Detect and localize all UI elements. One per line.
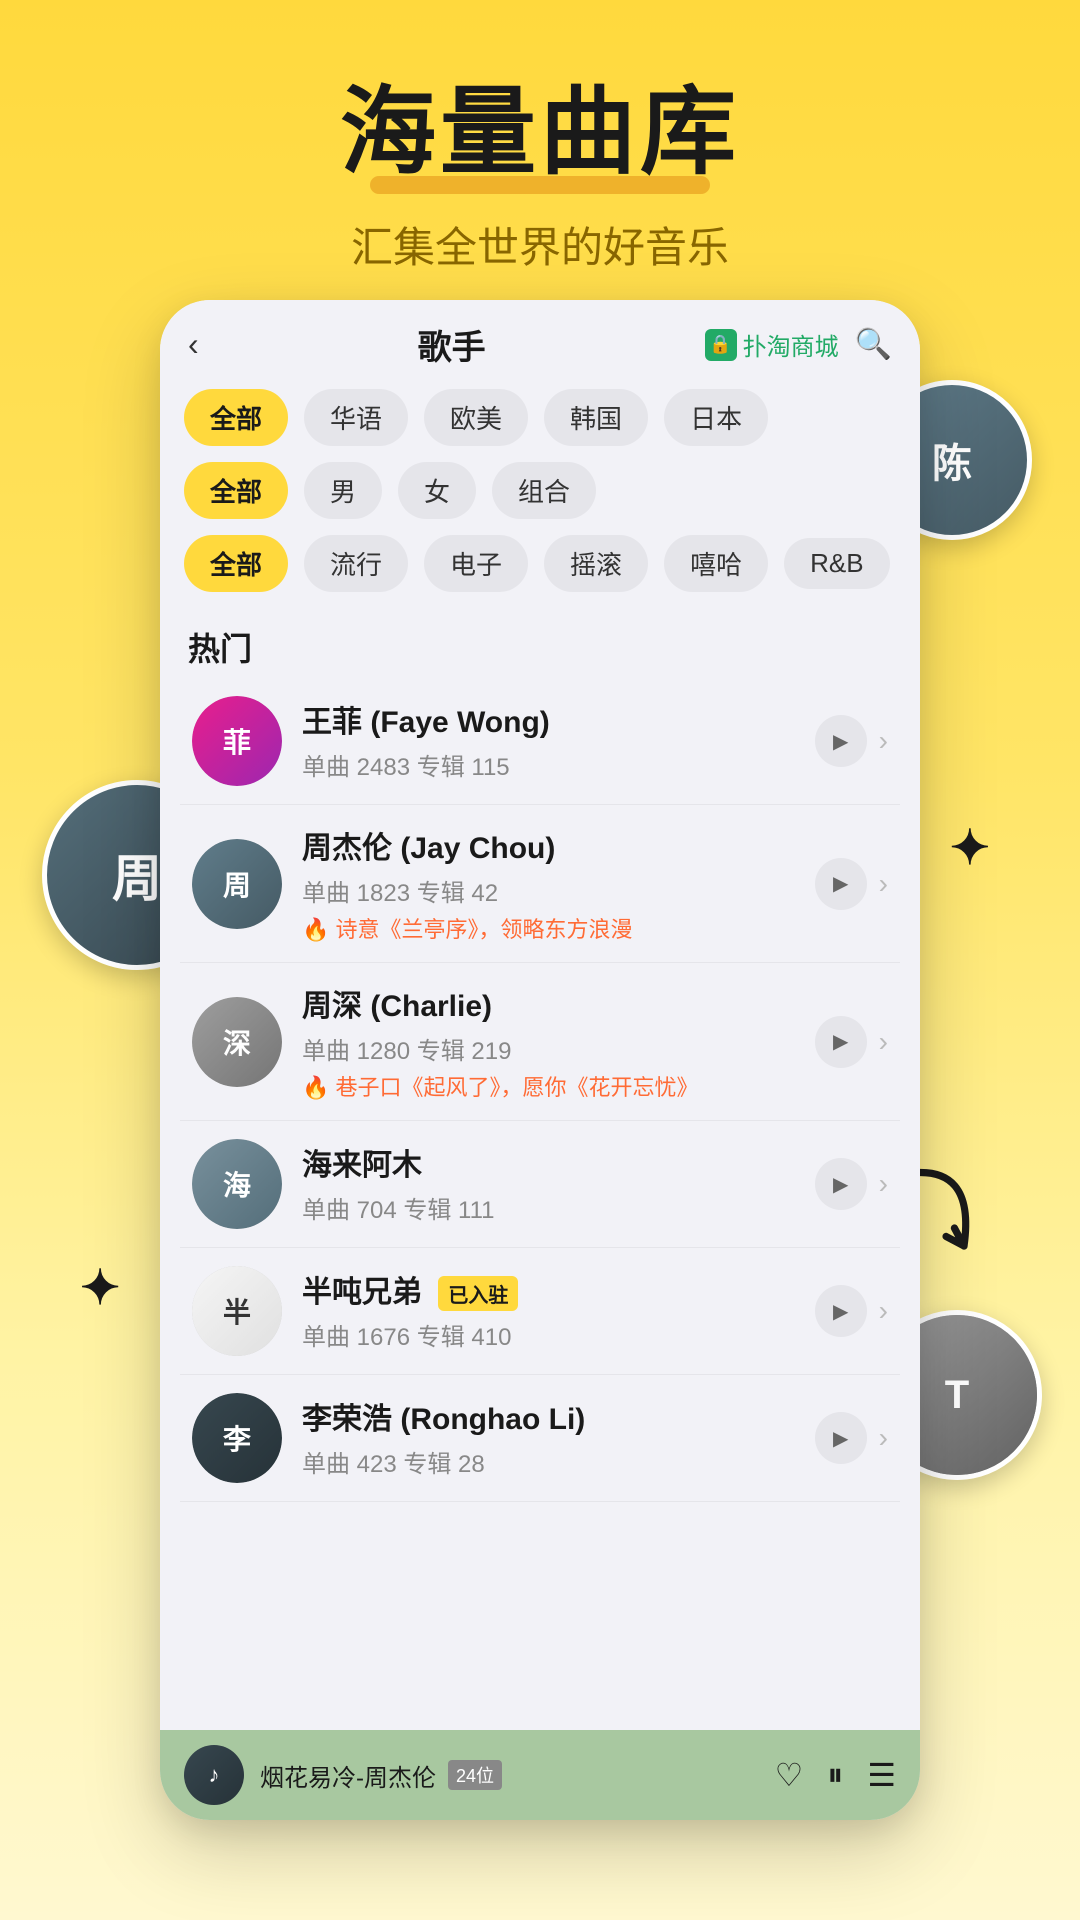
filter-chip-genre-all[interactable]: 全部 — [184, 535, 288, 592]
shop-label: 扑淘商城 — [743, 327, 839, 362]
artist-info-faye: 王菲 (Faye Wong) 单曲 2483 专辑 115 — [302, 697, 795, 786]
filter-row-genre: 全部 流行 电子 摇滚 嘻哈 R&B — [184, 535, 896, 592]
artist-name-hailai: 海来阿木 — [302, 1140, 795, 1184]
artist-list: 菲 王菲 (Faye Wong) 单曲 2483 专辑 115 ▶ › 周 周杰… — [160, 678, 920, 1502]
chevron-right-jay: › — [879, 868, 888, 900]
artist-controls-jay: ▶ › — [815, 858, 888, 910]
filter-chip-genre-pop[interactable]: 流行 — [304, 535, 408, 592]
artist-info-jay: 周杰伦 (Jay Chou) 单曲 1823 专辑 42 🔥 诗意《兰亭序》，领… — [302, 823, 795, 944]
filter-section: 全部 华语 欧美 韩国 日本 全部 男 女 组合 全部 流行 电子 摇滚 嘻哈 … — [160, 389, 920, 592]
artist-item-faye[interactable]: 菲 王菲 (Faye Wong) 单曲 2483 专辑 115 ▶ › — [180, 678, 900, 805]
filter-chip-region-4[interactable]: 日本 — [664, 389, 768, 446]
artist-info-li: 李荣浩 (Ronghao Li) 单曲 423 专辑 28 — [302, 1394, 795, 1483]
phone-mockup: ‹ 歌手 🔒 扑淘商城 🔍 全部 华语 欧美 韩国 日本 全部 — [160, 300, 920, 1820]
artist-name-faye: 王菲 (Faye Wong) — [302, 697, 795, 741]
artist-item-li[interactable]: 李 李荣浩 (Ronghao Li) 单曲 423 专辑 28 ▶ › — [180, 1375, 900, 1502]
playlist-button[interactable]: ☰ — [867, 1756, 896, 1794]
pause-button[interactable]: ⏸ — [827, 1756, 843, 1794]
phone-scroll-area[interactable]: ‹ 歌手 🔒 扑淘商城 🔍 全部 华语 欧美 韩国 日本 全部 — [160, 300, 920, 1730]
filter-row-gender: 全部 男 女 组合 — [184, 462, 896, 519]
search-icon[interactable]: 🔍 — [855, 327, 892, 362]
artist-stats-bantun: 单曲 1676 专辑 410 — [302, 1317, 795, 1352]
chevron-right-faye: › — [879, 725, 888, 757]
artist-controls-faye: ▶ › — [815, 715, 888, 767]
artist-name-li: 李荣浩 (Ronghao Li) — [302, 1394, 795, 1438]
artist-stats-li: 单曲 423 专辑 28 — [302, 1444, 795, 1479]
artist-avatar-bantun: 半 — [192, 1266, 282, 1356]
page-subtitle: 汇集全世界的好音乐 — [0, 214, 1080, 275]
artist-name-jay: 周杰伦 (Jay Chou) — [302, 823, 795, 867]
star-decoration-1: ✦ — [950, 820, 990, 876]
play-button-hailai[interactable]: ▶ — [815, 1158, 867, 1210]
filter-chip-region-1[interactable]: 华语 — [304, 389, 408, 446]
page-title: 海量曲库 — [340, 80, 740, 186]
artist-stats-charlie: 单曲 1280 专辑 219 — [302, 1031, 795, 1066]
filter-row-region: 全部 华语 欧美 韩国 日本 — [184, 389, 896, 446]
artist-avatar-faye: 菲 — [192, 696, 282, 786]
artist-name-bantun: 半吨兄弟 已入驻 — [302, 1267, 795, 1311]
play-button-bantun[interactable]: ▶ — [815, 1285, 867, 1337]
now-playing-title: 烟花易冷-周杰伦 — [260, 1758, 436, 1793]
quality-badge: 24位 — [448, 1760, 502, 1790]
artist-stats-faye: 单曲 2483 专辑 115 — [302, 747, 795, 782]
filter-chip-gender-all[interactable]: 全部 — [184, 462, 288, 519]
hot-section-label: 热门 — [160, 608, 920, 678]
artist-avatar-jay: 周 — [192, 839, 282, 929]
filter-chip-genre-hiphop[interactable]: 嘻哈 — [664, 535, 768, 592]
nav-title: 歌手 — [418, 320, 486, 369]
title-underline — [370, 176, 710, 194]
shop-badge[interactable]: 🔒 扑淘商城 — [705, 327, 839, 362]
star-decoration-2: ✦ — [80, 1260, 120, 1316]
artist-avatar-hailai: 海 — [192, 1139, 282, 1229]
header-section: 海量曲库 汇集全世界的好音乐 — [0, 0, 1080, 315]
artist-controls-li: ▶ › — [815, 1412, 888, 1464]
artist-controls-charlie: ▶ › — [815, 1016, 888, 1068]
artist-avatar-li: 李 — [192, 1393, 282, 1483]
artist-item-jay[interactable]: 周 周杰伦 (Jay Chou) 单曲 1823 专辑 42 🔥 诗意《兰亭序》… — [180, 805, 900, 963]
artist-avatar-charlie: 深 — [192, 997, 282, 1087]
artist-item-bantun[interactable]: 半 半吨兄弟 已入驻 单曲 1676 专辑 410 ▶ › — [180, 1248, 900, 1375]
filter-chip-region-3[interactable]: 韩国 — [544, 389, 648, 446]
now-playing-info: 烟花易冷-周杰伦 24位 — [260, 1758, 759, 1793]
artist-info-hailai: 海来阿木 单曲 704 专辑 111 — [302, 1140, 795, 1229]
artist-tag-charlie: 🔥 巷子口《起风了》，愿你《花开忘忧》 — [302, 1070, 795, 1102]
filter-chip-gender-group[interactable]: 组合 — [492, 462, 596, 519]
artist-controls-bantun: ▶ › — [815, 1285, 888, 1337]
filter-chip-genre-rb[interactable]: R&B — [784, 538, 889, 589]
nav-bar: ‹ 歌手 🔒 扑淘商城 🔍 — [160, 300, 920, 389]
play-button-li[interactable]: ▶ — [815, 1412, 867, 1464]
now-playing-controls: ♡ ⏸ ☰ — [775, 1756, 896, 1794]
now-playing-bar[interactable]: ♪ 烟花易冷-周杰伦 24位 ♡ ⏸ ☰ — [160, 1730, 920, 1820]
filter-chip-gender-male[interactable]: 男 — [304, 462, 382, 519]
nav-right-area: 🔒 扑淘商城 🔍 — [705, 327, 892, 362]
artist-stats-hailai: 单曲 704 专辑 111 — [302, 1190, 795, 1225]
chevron-right-li: › — [879, 1422, 888, 1454]
artist-info-bantun: 半吨兄弟 已入驻 单曲 1676 专辑 410 — [302, 1267, 795, 1356]
filter-chip-gender-female[interactable]: 女 — [398, 462, 476, 519]
now-playing-avatar: ♪ — [184, 1745, 244, 1805]
chevron-right-charlie: › — [879, 1026, 888, 1058]
chevron-right-hailai: › — [879, 1168, 888, 1200]
artist-controls-hailai: ▶ › — [815, 1158, 888, 1210]
back-button[interactable]: ‹ — [188, 326, 199, 363]
artist-item-charlie[interactable]: 深 周深 (Charlie) 单曲 1280 专辑 219 🔥 巷子口《起风了》… — [180, 963, 900, 1121]
play-button-charlie[interactable]: ▶ — [815, 1016, 867, 1068]
filter-chip-region-all[interactable]: 全部 — [184, 389, 288, 446]
filter-chip-genre-rock[interactable]: 摇滚 — [544, 535, 648, 592]
chevron-right-bantun: › — [879, 1295, 888, 1327]
artist-info-charlie: 周深 (Charlie) 单曲 1280 专辑 219 🔥 巷子口《起风了》，愿… — [302, 981, 795, 1102]
artist-name-charlie: 周深 (Charlie) — [302, 981, 795, 1025]
play-button-faye[interactable]: ▶ — [815, 715, 867, 767]
play-button-jay[interactable]: ▶ — [815, 858, 867, 910]
heart-button[interactable]: ♡ — [775, 1756, 804, 1794]
artist-item-hailai[interactable]: 海 海来阿木 单曲 704 专辑 111 ▶ › — [180, 1121, 900, 1248]
filter-chip-genre-electronic[interactable]: 电子 — [424, 535, 528, 592]
shop-icon: 🔒 — [705, 329, 737, 361]
filter-chip-region-2[interactable]: 欧美 — [424, 389, 528, 446]
verified-badge-bantun: 已入驻 — [438, 1276, 518, 1311]
artist-tag-jay: 🔥 诗意《兰亭序》，领略东方浪漫 — [302, 912, 795, 944]
artist-stats-jay: 单曲 1823 专辑 42 — [302, 873, 795, 908]
